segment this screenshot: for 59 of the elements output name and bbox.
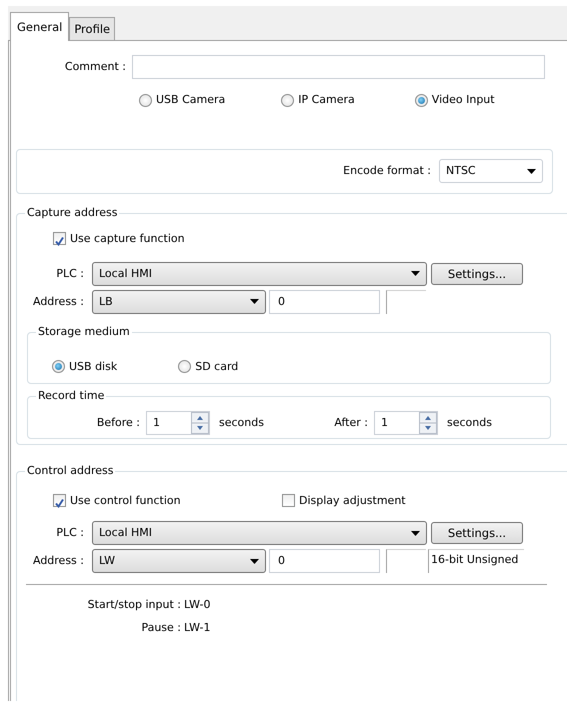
address-field[interactable]: 0: [269, 290, 380, 314]
field-label: PLC :: [55, 266, 85, 282]
number-field[interactable]: 1: [146, 411, 210, 436]
caret-icon: [527, 168, 536, 174]
checkbox-label[interactable]: Display adjustment: [299, 492, 406, 509]
checkbox[interactable]: [53, 494, 66, 508]
comment-field[interactable]: [132, 55, 545, 79]
unit-label: seconds: [219, 415, 264, 431]
settings-button[interactable]: Settings...: [431, 522, 523, 544]
caret-icon: [250, 558, 259, 564]
blank-field: [386, 290, 426, 314]
checkbox[interactable]: [282, 494, 295, 508]
tab[interactable]: General: [10, 12, 70, 41]
info-value: LW-0: [184, 597, 211, 613]
unit-label: seconds: [446, 415, 492, 431]
radio-option[interactable]: IP Camera: [281, 92, 355, 108]
caret-icon: [411, 271, 420, 276]
field-value: 1: [153, 415, 160, 431]
group-title: Control address: [25, 464, 116, 478]
field-label: Before :: [96, 415, 141, 431]
info-label: Start/stop input :: [86, 597, 182, 613]
dropdown-value: LW: [99, 552, 115, 569]
spin-arrows-icon[interactable]: [418, 412, 437, 434]
info-label: Pause :: [140, 620, 182, 636]
radio-option[interactable]: USB disk: [52, 350, 118, 383]
device-dropdown[interactable]: LW: [92, 549, 266, 573]
dropdown-value: Local HMI: [99, 266, 152, 282]
dropdown-value: NTSC: [446, 162, 476, 179]
number-field[interactable]: 1: [374, 411, 438, 436]
field-label: Comment :: [64, 58, 127, 75]
plc-dropdown[interactable]: Local HMI: [92, 262, 427, 286]
data-type-field: 16-bit Unsigned: [428, 549, 524, 573]
spin-arrows-icon[interactable]: [191, 412, 209, 434]
dropdown-value: Local HMI: [99, 524, 152, 541]
tab[interactable]: Profile: [69, 17, 116, 40]
device-dropdown[interactable]: LB: [92, 290, 266, 314]
dropdown-value: LB: [99, 294, 113, 310]
field-value: 1: [380, 415, 388, 431]
encode-format-dropdown[interactable]: NTSC: [439, 159, 543, 183]
radio-option[interactable]: Video Input: [414, 92, 495, 108]
group-title: Capture address: [25, 206, 120, 220]
caret-icon: [250, 299, 259, 304]
field-label: PLC :: [55, 524, 85, 541]
radio-option[interactable]: USB Camera: [139, 92, 226, 108]
plc-dropdown[interactable]: Local HMI: [92, 521, 427, 545]
field-label: Address :: [32, 552, 85, 569]
checkbox-label[interactable]: Use capture function: [70, 230, 185, 247]
blank-field: [386, 549, 426, 573]
caret-icon: [411, 530, 420, 536]
checkbox-label[interactable]: Use control function: [70, 492, 181, 509]
settings-button[interactable]: Settings...: [431, 262, 523, 285]
field-label: Address :: [32, 294, 85, 310]
group-title: Storage medium: [36, 324, 132, 339]
field-label: Encode format :: [343, 162, 431, 179]
radio-option[interactable]: SD card: [178, 350, 238, 383]
checkbox[interactable]: [53, 232, 66, 246]
address-field[interactable]: 0: [269, 549, 380, 573]
field-label: After :: [333, 415, 369, 431]
info-value: LW-1: [184, 620, 211, 636]
